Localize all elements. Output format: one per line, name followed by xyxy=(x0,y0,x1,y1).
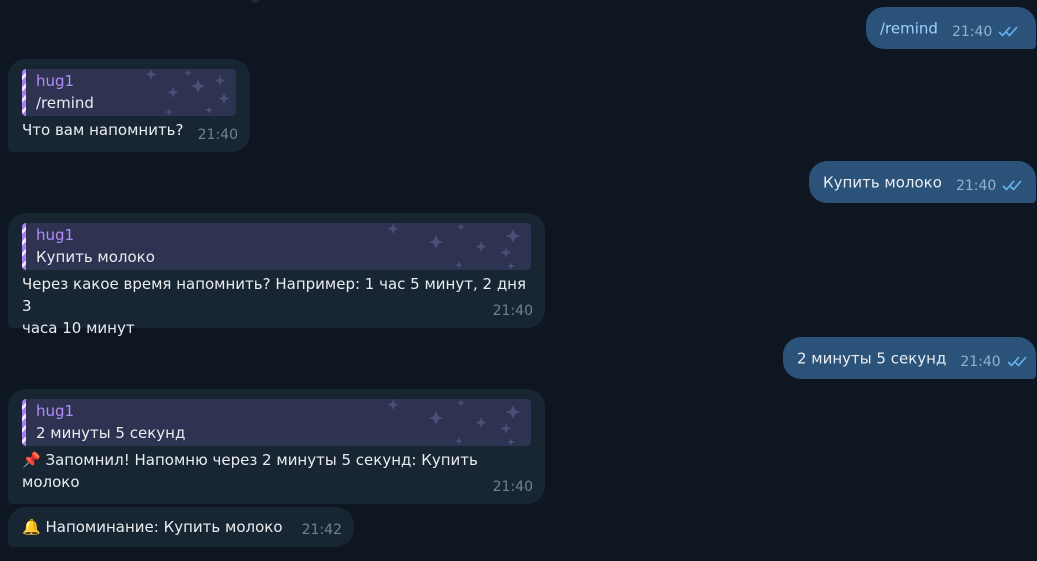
outgoing-message[interactable]: /remind 21:40 xyxy=(866,7,1036,49)
chat-history: /remind 21:40 hug1 /remind Что вам напом… xyxy=(0,0,1037,561)
message-time: 21:42 xyxy=(301,522,342,538)
sparkles-icon xyxy=(387,399,520,446)
incoming-message[interactable]: 🔔 Напоминание: Купить молоко 21:42 xyxy=(8,507,354,547)
bell-emoji: 🔔 xyxy=(22,518,41,536)
quote-bar xyxy=(22,399,26,446)
incoming-message[interactable]: hug1 2 минуты 5 секунд 📌 Запомнил! Напом… xyxy=(8,389,545,504)
incoming-message[interactable]: hug1 Купить молоко Через какое время нап… xyxy=(8,213,545,337)
double-check-icon xyxy=(998,21,1020,43)
message-text: 2 минуты 5 секунд xyxy=(797,349,947,368)
message-text-line: 🔔 Напоминание: Купить молоко xyxy=(22,516,340,538)
message-text-line: часа 10 минут xyxy=(22,319,135,337)
pushpin-emoji: 📌 xyxy=(22,451,41,469)
message-time: 21:40 xyxy=(955,178,997,194)
message-text-line: 📌 Запомнил! Напомню через 2 минуты 5 сек… xyxy=(22,449,531,471)
quote-bar xyxy=(22,69,26,116)
reply-quote[interactable]: hug1 Купить молоко xyxy=(22,223,531,270)
outgoing-message[interactable]: 2 минуты 5 секунд 21:40 xyxy=(783,337,1036,379)
message-text: Напоминание: Купить молоко xyxy=(45,518,283,536)
sparkles-icon xyxy=(387,223,520,270)
reply-quote[interactable]: hug1 2 минуты 5 секунд xyxy=(22,399,531,446)
quote-bar xyxy=(22,223,26,270)
reply-quote[interactable]: hug1 /remind xyxy=(22,69,236,116)
double-check-icon xyxy=(1002,175,1024,197)
sparkles-icon xyxy=(145,69,230,116)
message-text: Запомнил! Напомню через 2 минуты 5 секун… xyxy=(45,451,478,469)
message-text: /remind xyxy=(880,19,938,38)
message-time: 21:40 xyxy=(951,24,993,40)
message-text-line: Через какое время напомнить? Например: 1… xyxy=(22,275,527,315)
message-text: Купить молоко xyxy=(823,173,942,192)
message-text-line: молоко xyxy=(22,473,80,491)
message-time: 21:40 xyxy=(960,354,1001,370)
message-time: 21:40 xyxy=(197,127,238,143)
double-check-icon xyxy=(1007,351,1029,373)
incoming-message[interactable]: hug1 /remind Что вам напомнить? 21:40 xyxy=(8,59,250,152)
message-time: 21:40 xyxy=(492,479,533,495)
outgoing-message[interactable]: Купить молоко 21:40 xyxy=(809,161,1036,203)
previous-message-edge xyxy=(249,0,261,3)
message-time: 21:40 xyxy=(492,303,533,319)
